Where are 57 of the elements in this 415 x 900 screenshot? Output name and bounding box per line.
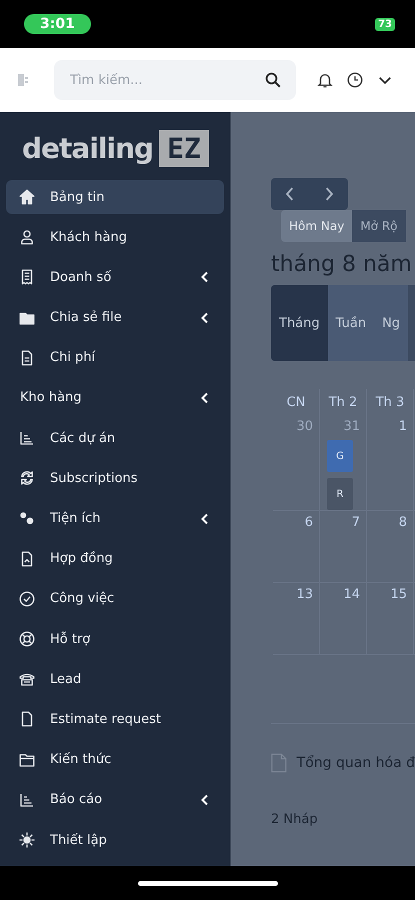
search-icon[interactable] (264, 71, 282, 89)
sidebar-item[interactable]: Doanh số (6, 260, 224, 294)
bell-icon[interactable] (316, 71, 334, 89)
sidebar-item[interactable]: Chi phí (6, 340, 224, 375)
view-tab[interactable]: Tuần (328, 285, 374, 361)
view-tab[interactable]: Tháng (271, 285, 328, 361)
menu-item-icon (18, 429, 36, 448)
calendar-event[interactable]: R (327, 478, 353, 510)
day-number: 15 (390, 587, 407, 602)
sidebar-item[interactable]: Báo cáo (6, 782, 224, 817)
day-number: 8 (398, 515, 407, 530)
status-time: 3:01 (24, 14, 91, 34)
calendar-event[interactable]: G (327, 440, 353, 472)
day-number: 1 (398, 419, 407, 434)
day-number: 7 (352, 515, 360, 530)
weekday-label: Th 3 (376, 394, 404, 410)
invoice-status-text: 2 Nháp (271, 812, 319, 827)
sidebar-item[interactable]: Kiến thức (6, 742, 224, 777)
invoice-overview-title: Tổng quan hóa đ (296, 755, 415, 771)
day-number: 6 (304, 515, 313, 530)
weekday-label: CN (286, 394, 306, 410)
view-tab[interactable]: Ng (374, 285, 408, 361)
sidebar-item[interactable]: Tiện ích (6, 502, 224, 536)
clock-icon[interactable] (346, 71, 364, 89)
calendar-button[interactable]: Mở Rộ (352, 210, 406, 242)
menu-item-icon (18, 590, 36, 608)
sidebar-item[interactable]: Các dự án (6, 421, 224, 456)
sidebar-item[interactable]: Bảng tin (6, 180, 224, 214)
calendar-button[interactable]: Hôm Nay (281, 210, 352, 242)
sidebar-item[interactable]: Thiết lập (6, 823, 224, 857)
search-field[interactable]: Tìm kiếm... (54, 60, 296, 100)
day-number: 31 (343, 419, 360, 434)
menu-item-icon (18, 469, 36, 488)
calendar-title: tháng 8 năm (271, 252, 413, 277)
sidebar-item[interactable]: Hỗ trợ (6, 622, 224, 656)
menu-toggle-icon[interactable] (18, 74, 30, 86)
sidebar-item[interactable]: Lead (6, 662, 224, 696)
sidebar-item[interactable]: Chia sẻ file (6, 300, 224, 335)
day-number: 30 (296, 419, 313, 434)
sidebar-item[interactable]: Khách hàng (6, 220, 224, 254)
document-icon (271, 752, 287, 774)
day-number: 13 (296, 587, 313, 602)
calendar-nav-buttons[interactable] (271, 178, 348, 210)
sidebar-item[interactable]: Subscriptions (6, 461, 224, 496)
menu-item-icon (18, 831, 36, 849)
sidebar-item[interactable]: Estimate request (6, 702, 224, 736)
menu-item-icon (18, 630, 36, 648)
sidebar-item[interactable]: Công việc (6, 582, 224, 616)
weekday-label: Th 2 (328, 394, 358, 410)
battery-level: 73 (375, 18, 395, 30)
day-number: 14 (343, 587, 360, 602)
brand-logo-text: detailing (22, 132, 154, 164)
menu-item-icon (18, 188, 36, 206)
menu-item-icon (18, 228, 36, 246)
sidebar-item[interactable]: Kho hàng (6, 380, 224, 415)
brand-logo-badge: EZ (159, 130, 209, 166)
sidebar-item[interactable]: Hợp đồng (6, 542, 224, 576)
